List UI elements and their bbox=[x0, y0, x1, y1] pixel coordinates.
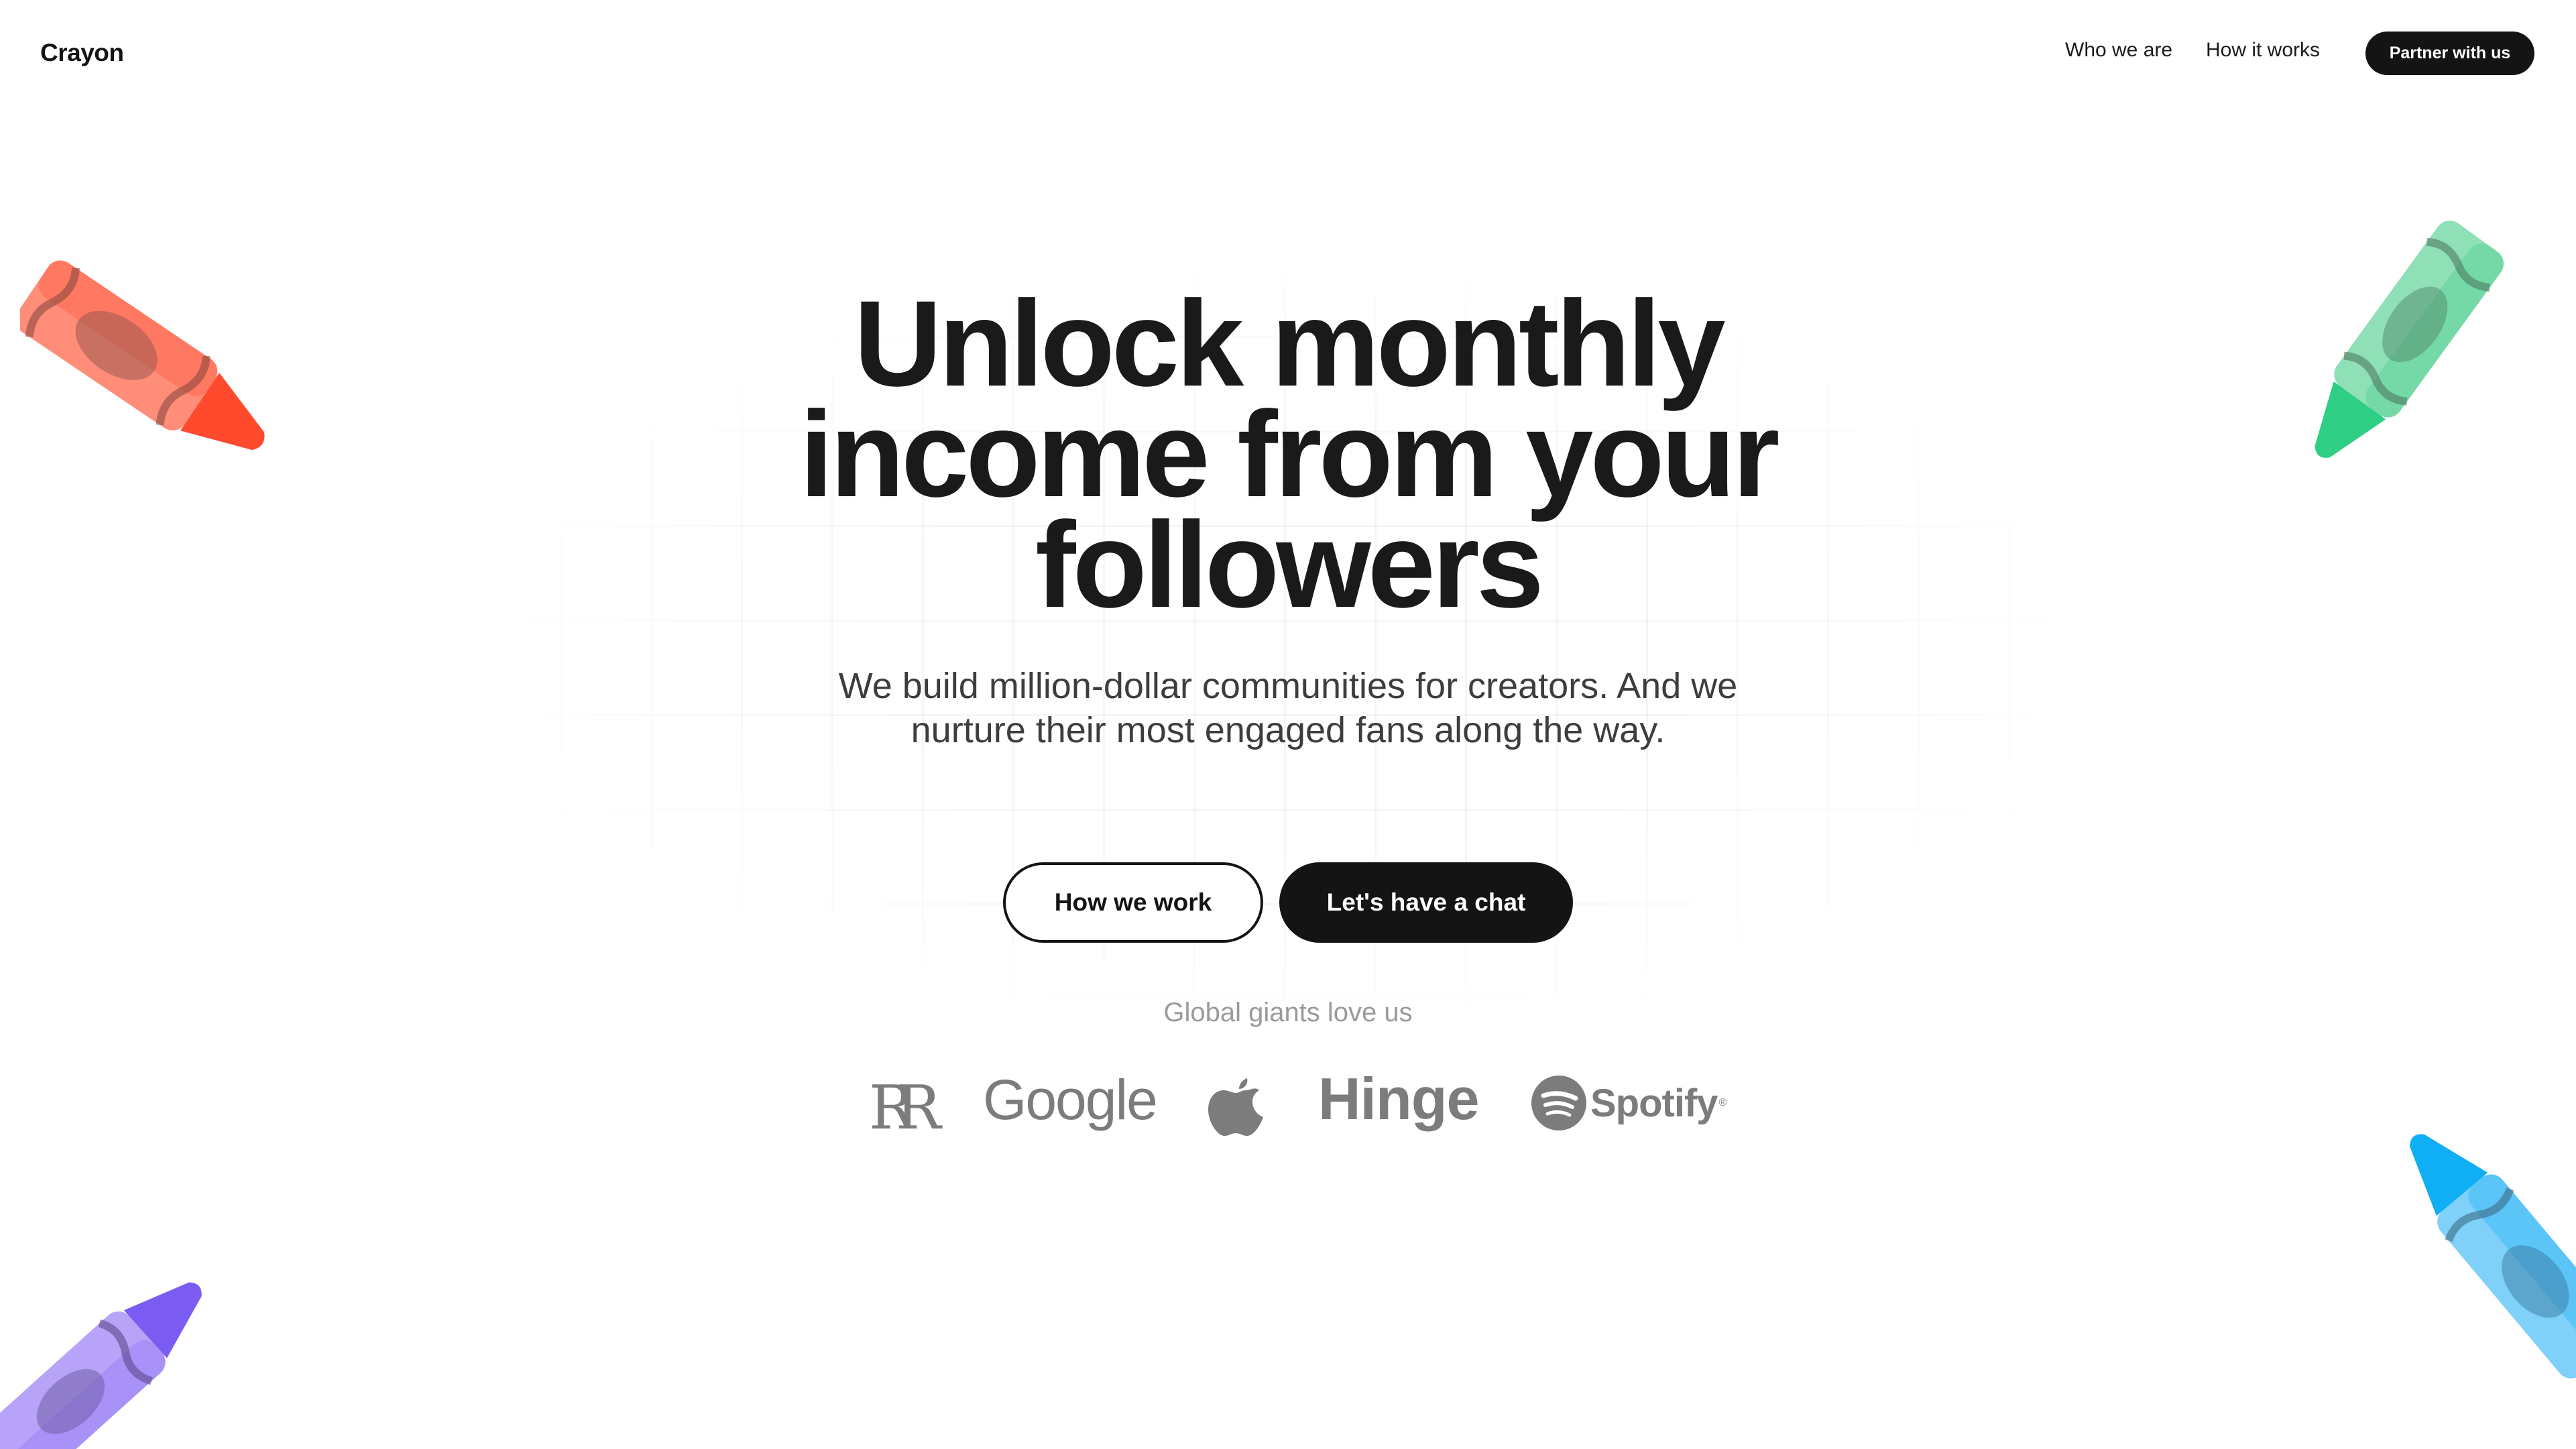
green-crayon-icon bbox=[2315, 221, 2504, 458]
google-logo: Google bbox=[983, 1068, 1158, 1131]
hero-subheadline: We build million-dollar communities for … bbox=[838, 666, 1738, 750]
how-we-work-button[interactable]: How we work bbox=[1003, 862, 1263, 943]
blue-crayon-icon bbox=[2409, 1134, 2576, 1379]
partner-with-us-button[interactable]: Partner with us bbox=[2365, 32, 2534, 75]
nav-who-we-are[interactable]: Who we are bbox=[2065, 39, 2172, 62]
spotify-registered-mark: ® bbox=[1718, 1097, 1727, 1108]
brand-logo[interactable]: Crayon bbox=[40, 39, 124, 67]
spotify-logo: Spotify ® bbox=[1531, 1076, 1726, 1131]
social-proof-caption: Global giants love us bbox=[1163, 998, 1413, 1027]
rolls-royce-logo: RR bbox=[869, 1073, 941, 1143]
hinge-logo: Hinge bbox=[1318, 1065, 1479, 1132]
spotify-wordmark: Spotify bbox=[1590, 1081, 1718, 1125]
red-crayon-icon bbox=[20, 260, 265, 451]
apple-logo-icon bbox=[1208, 1078, 1263, 1136]
purple-crayon-icon bbox=[0, 1282, 202, 1449]
spotify-icon bbox=[1531, 1076, 1586, 1131]
lets-have-a-chat-button[interactable]: Let's have a chat bbox=[1279, 862, 1573, 943]
hero-headline: Unlock monthly income from your follower… bbox=[799, 275, 1779, 633]
nav-how-it-works[interactable]: How it works bbox=[2206, 39, 2320, 62]
